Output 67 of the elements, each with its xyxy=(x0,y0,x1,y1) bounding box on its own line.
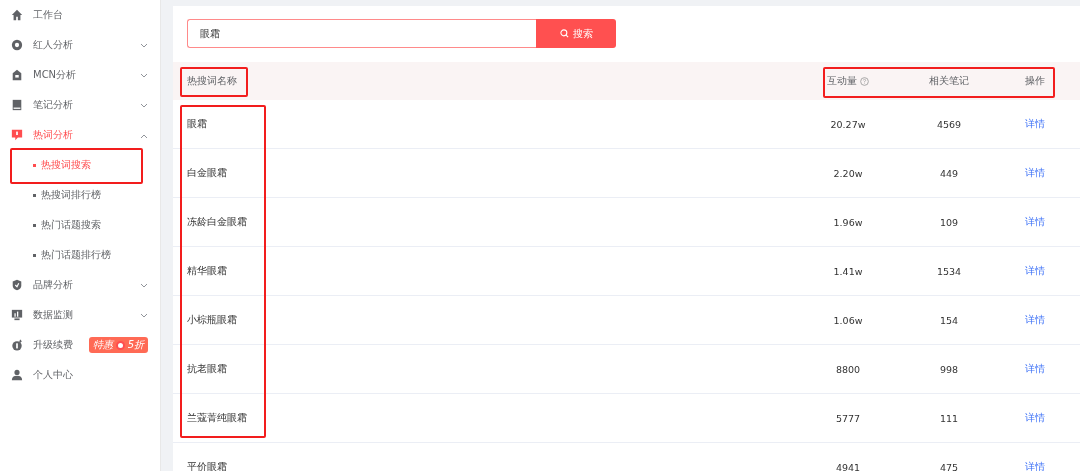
notes-cell-text: 998 xyxy=(938,363,960,375)
chevron-icon xyxy=(140,282,148,289)
chevron-icon xyxy=(140,312,148,319)
keyword-cell-text: 白金眼霜 xyxy=(186,166,228,180)
details-link[interactable]: 详情 xyxy=(990,411,1080,425)
notes-cell-text: 449 xyxy=(938,167,960,179)
notes-cell-text: 1534 xyxy=(935,265,963,277)
chevron-icon xyxy=(140,72,148,79)
keyword-cell-text: 眼霜 xyxy=(186,117,208,131)
keyword-cell-text: 兰蔻菁纯眼霜 xyxy=(186,411,248,425)
chevron-icon xyxy=(140,42,148,49)
menu-item[interactable]: 品牌分析 xyxy=(0,270,160,300)
interaction-cell-text: 8800 xyxy=(834,363,862,375)
interaction-cell-text: 2.20w xyxy=(832,167,864,179)
interaction-cell-text: 1.06w xyxy=(832,314,864,326)
submenu-item[interactable]: 热门话题搜索 xyxy=(0,210,160,240)
menu-item[interactable]: 热词分析 xyxy=(0,120,160,150)
menu-item[interactable]: 升级续费 特惠 5折 xyxy=(0,330,160,360)
menu-item[interactable]: 工作台 xyxy=(0,0,160,30)
keyword-cell-text: 冻龄白金眼霜 xyxy=(186,215,248,229)
submenu-item[interactable]: 热搜词搜索 xyxy=(0,150,160,180)
interaction-cell-text: 20.27w xyxy=(829,118,867,130)
highlight-frame xyxy=(180,67,248,97)
keyword-cell-text: 精华眼霜 xyxy=(186,264,228,278)
interaction-cell-text: 1.41w xyxy=(832,265,864,277)
column-header: 互动量 xyxy=(827,74,857,88)
notes-cell-text: 111 xyxy=(938,412,960,424)
building-icon xyxy=(11,69,23,81)
interaction-cell-text: 4941 xyxy=(834,461,862,471)
details-link[interactable]: 详情 xyxy=(990,313,1080,327)
monitor-icon xyxy=(11,309,23,321)
notes-cell-text: 475 xyxy=(938,461,960,471)
keyword-cell-text: 平价眼霜 xyxy=(186,460,228,471)
search-icon xyxy=(559,29,569,38)
column-header: 热搜词名称 xyxy=(186,74,238,88)
chevron-icon xyxy=(140,132,148,139)
details-link[interactable]: 详情 xyxy=(990,215,1080,229)
menu-item[interactable]: MCN分析 xyxy=(0,60,160,90)
interaction-cell-text: 5777 xyxy=(834,412,862,424)
details-link[interactable]: 详情 xyxy=(990,117,1080,131)
notes-cell-text: 154 xyxy=(938,314,960,326)
notes-cell-text: 109 xyxy=(938,216,960,228)
column-header: 相关笔记 xyxy=(928,74,970,88)
menu-item[interactable]: 个人中心 xyxy=(0,360,160,390)
chevron-icon xyxy=(140,102,148,109)
keyword-cell-text: 小棕瓶眼霜 xyxy=(186,313,238,327)
keyword-cell-text: 抗老眼霜 xyxy=(186,362,228,376)
details-link[interactable]: 详情 xyxy=(990,264,1080,278)
book-icon xyxy=(11,99,23,111)
menu-item[interactable]: 数据监测 xyxy=(0,300,160,330)
user-icon xyxy=(11,369,23,381)
search-field[interactable]: 眼霜 xyxy=(187,19,536,48)
details-link[interactable]: 详情 xyxy=(990,460,1080,471)
submenu-item[interactable]: 热搜词排行榜 xyxy=(0,180,160,210)
notes-cell-text: 4569 xyxy=(935,118,963,130)
help-icon[interactable] xyxy=(860,76,869,86)
menu-item[interactable]: 红人分析 xyxy=(0,30,160,60)
column-header: 操作 xyxy=(1024,74,1046,88)
discount-badge: 特惠 5折 xyxy=(88,337,148,353)
submenu-item[interactable]: 热门话题排行榜 xyxy=(0,240,160,270)
details-link[interactable]: 详情 xyxy=(990,362,1080,376)
details-link[interactable]: 详情 xyxy=(990,166,1080,180)
menu-item[interactable]: 笔记分析 xyxy=(0,90,160,120)
home-icon xyxy=(11,9,23,21)
chat-icon xyxy=(11,129,23,141)
shield-icon xyxy=(11,279,23,291)
interaction-cell-text: 1.96w xyxy=(832,216,864,228)
